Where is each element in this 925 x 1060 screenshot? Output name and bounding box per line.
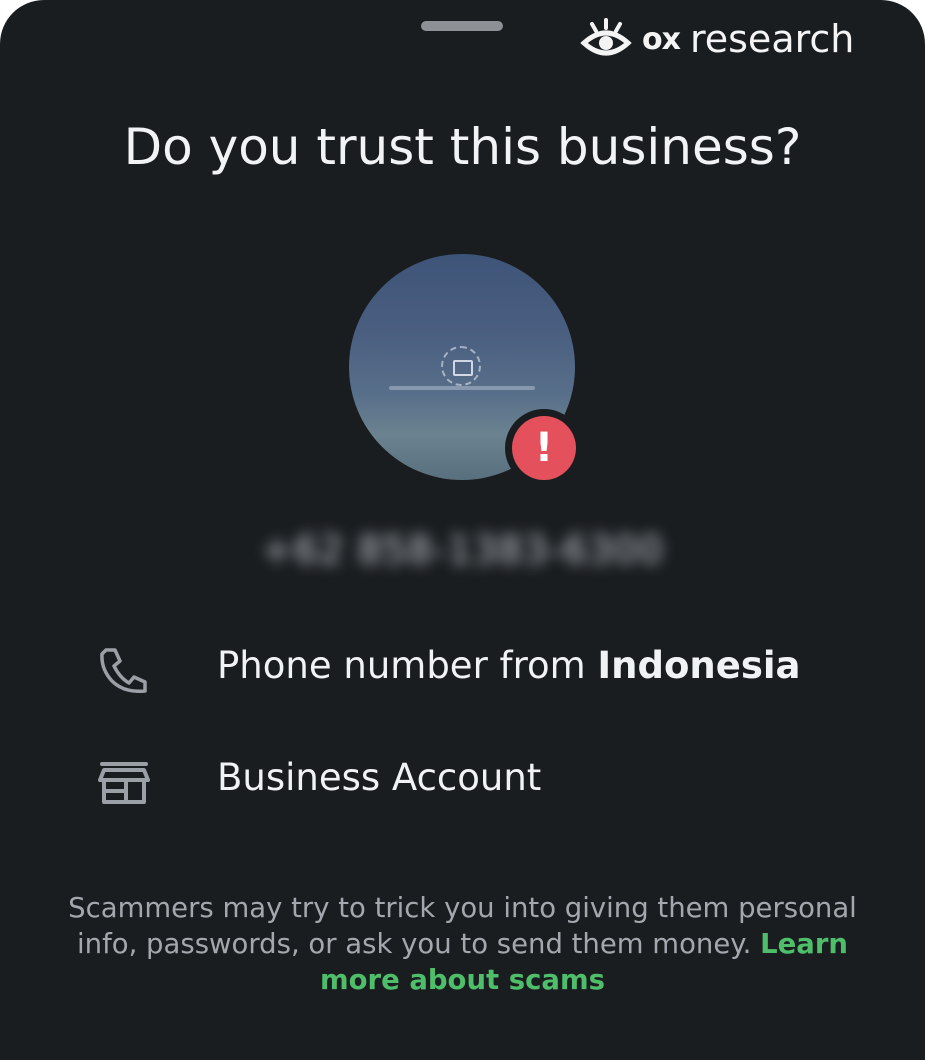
info-row-phone-origin: Phone number from Indonesia: [0, 640, 925, 700]
scam-disclaimer: Scammers may try to trick you into givin…: [60, 890, 865, 998]
phone-number: +62 858-1383-6300: [261, 528, 664, 572]
disclaimer-text: Scammers may try to trick you into givin…: [68, 892, 857, 960]
info-row-business-account: Business Account: [0, 752, 925, 812]
camera-icon: [441, 346, 481, 386]
phone-icon: [100, 648, 147, 694]
bottom-sheet: ox research Do you trust this business? …: [0, 0, 925, 1060]
watermark-brand-ox: ox: [642, 21, 681, 57]
avatar-caption: [389, 386, 535, 390]
business-account-label: Business Account: [217, 756, 542, 799]
phone-origin-label: Phone number from Indonesia: [217, 644, 801, 687]
ox-research-watermark: ox research: [580, 14, 854, 64]
drag-handle[interactable]: [421, 21, 503, 31]
watermark-brand-research: research: [689, 17, 855, 61]
phone-origin-prefix: Phone number from: [217, 644, 598, 687]
alert-icon: !: [512, 416, 576, 480]
eye-icon: [580, 18, 632, 56]
alert-badge: !: [505, 409, 583, 487]
phone-origin-country: Indonesia: [597, 644, 801, 687]
dialog-title: Do you trust this business?: [123, 118, 802, 176]
storefront-icon: [98, 762, 150, 804]
